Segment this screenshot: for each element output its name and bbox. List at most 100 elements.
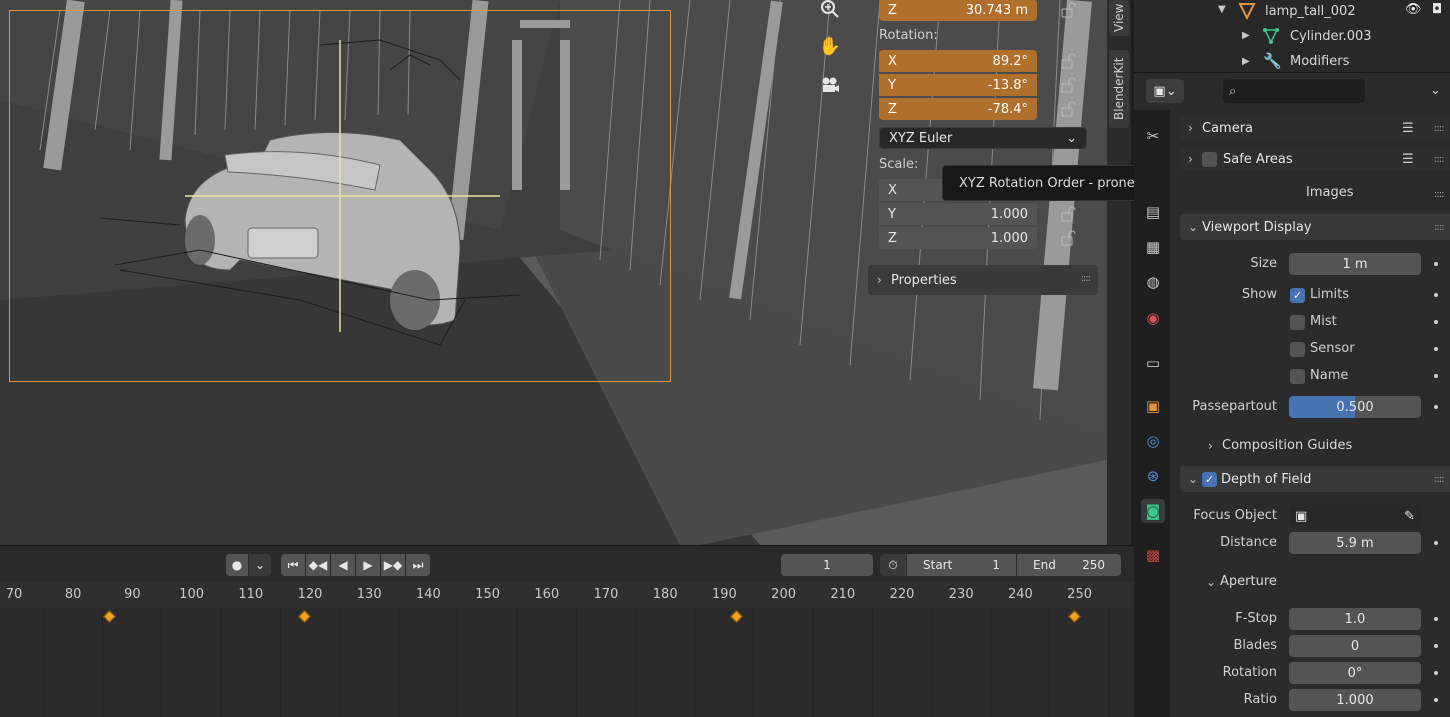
ratio-field[interactable]: 1.000 [1289,689,1421,711]
drag-grip-icon[interactable]: :::: [1081,273,1092,284]
outliner-item-name[interactable]: Modifiers [1290,54,1349,69]
current-frame-field[interactable]: 1 [781,554,873,576]
passepartout-slider[interactable]: 0.500 [1289,396,1421,418]
focus-object-field[interactable]: ▣ ✎ [1289,505,1421,527]
chevron-down-icon[interactable]: ⌄ [1430,83,1441,98]
panel-aperture[interactable]: ⌄ Aperture [1206,574,1277,589]
texture-icon[interactable]: ▩ [1141,543,1165,567]
expand-arrow-icon[interactable]: ▶ [1242,56,1250,67]
drag-grip-icon[interactable]: :::: [1434,154,1445,165]
keyframe-diamond[interactable] [1067,610,1081,623]
search-input[interactable]: ⌕ [1223,79,1365,103]
lock-icon[interactable] [1059,100,1077,118]
drag-grip-icon[interactable]: :::: [1434,123,1445,134]
panel-safe-areas[interactable]: › Safe Areas ☰ :::: [1180,148,1450,170]
panel-depth-of-field[interactable]: ⌄ ✓ Depth of Field :::: [1180,466,1450,492]
drag-grip-icon[interactable]: :::: [1434,222,1445,233]
keyframe-dot[interactable] [1434,617,1438,621]
3d-viewport[interactable]: ✋ Z 30.743 m Rotation: X 89.2° Y -13.8° … [0,0,1107,545]
limits-checkbox[interactable]: ✓ [1290,288,1305,303]
blades-field[interactable]: 0 [1289,635,1421,657]
lock-icon[interactable] [1059,52,1077,70]
lock-icon[interactable] [1059,76,1077,94]
editor-type-icon[interactable]: ▣⌄ [1146,79,1184,103]
physics-icon[interactable]: ◎ [1141,429,1165,453]
keyframe-diamond[interactable] [298,610,311,623]
fstop-field[interactable]: 1.0 [1289,608,1421,630]
checkbox[interactable] [1202,151,1217,167]
keyframe-dot[interactable] [1434,541,1438,545]
prev-keyframe-icon[interactable]: ◆◀ [306,554,330,576]
keyframe-dot[interactable] [1434,644,1438,648]
keyframe-dot[interactable] [1434,347,1438,351]
object-icon[interactable]: ▣ [1141,394,1165,418]
chevron-down-icon[interactable]: ⌄ [249,554,271,576]
keyframe-dot[interactable] [1434,671,1438,675]
constraints-icon[interactable]: ⊛ [1141,464,1165,488]
eye-icon[interactable]: 👁 [1405,2,1422,17]
mist-checkbox[interactable] [1290,315,1305,330]
pan-hand-icon[interactable]: ✋ [814,30,846,62]
lock-icon[interactable] [1059,1,1077,19]
scale-z-field[interactable]: Z 1.000 [879,227,1037,249]
keyframe-dot[interactable] [1434,405,1438,409]
drag-grip-icon[interactable]: :::: [1434,189,1445,200]
location-z-field[interactable]: Z 30.743 m [879,0,1037,21]
list-icon[interactable]: ☰ [1402,121,1414,136]
keyframe-dot[interactable] [1434,698,1438,702]
size-field[interactable]: 1 m [1289,253,1421,275]
keyframe-dot[interactable] [1434,293,1438,297]
keyframe-dot[interactable] [1434,374,1438,378]
timeline-track[interactable] [0,608,1134,717]
play-icon[interactable]: ▶ [356,554,380,576]
camera-data-icon[interactable]: ◙ [1141,499,1165,523]
keyframe-diamond[interactable] [730,610,744,623]
rotation-mode-dropdown[interactable]: XYZ Euler ⌄ [879,127,1087,149]
keyframe-dot[interactable] [1434,320,1438,324]
keyframe-dot[interactable] [1434,262,1438,266]
timeline-ruler[interactable]: 70 80 90 100 110 120 130 140 150 160 170 180 190 200 2… [0,582,1134,608]
panel-camera[interactable]: › Camera ☰ :::: [1180,115,1450,141]
view-layer-icon[interactable]: ◍ [1141,270,1165,294]
rotation-x-field[interactable]: X 89.2° [879,50,1037,72]
render-icon[interactable]: ▤ [1141,200,1165,224]
tab-blenderkit[interactable]: BlenderKit [1109,50,1129,128]
panel-composition-guides[interactable]: › Composition Guides [1208,438,1352,453]
drag-grip-icon[interactable]: :::: [1434,474,1445,485]
aperture-rotation-field[interactable]: 0° [1289,662,1421,684]
play-reverse-icon[interactable]: ◀ [331,554,355,576]
panel-background-images[interactable]: Images [1306,185,1354,200]
world-icon[interactable]: ◉ [1141,306,1165,330]
record-button[interactable]: ● [226,554,248,576]
start-frame-field[interactable]: Start 1 [907,554,1016,576]
distance-field[interactable]: 5.9 m [1289,532,1421,554]
rotation-y-field[interactable]: Y -13.8° [879,74,1037,96]
keyframe-diamond[interactable] [102,610,116,623]
expand-arrow-icon[interactable]: ▶ [1242,30,1250,41]
next-keyframe-icon[interactable]: ▶◆ [381,554,405,576]
camera-view-icon[interactable] [814,69,846,101]
jump-end-icon[interactable]: ⏭ [406,554,430,576]
eyedropper-icon[interactable]: ✎ [1404,509,1415,524]
lock-icon[interactable] [1059,205,1077,223]
output-icon[interactable]: ▦ [1141,235,1165,259]
list-icon[interactable]: ☰ [1402,152,1414,167]
outliner-item-name[interactable]: lamp_tall_002 [1265,4,1356,19]
outliner-item-name[interactable]: Cylinder.003 [1290,29,1372,44]
stopwatch-icon[interactable]: ⏱ [880,554,906,576]
name-checkbox[interactable] [1290,369,1305,384]
panel-viewport-display[interactable]: ⌄ Viewport Display :::: [1180,214,1450,240]
rotation-z-field[interactable]: Z -78.4° [879,98,1037,120]
scale-y-field[interactable]: Y 1.000 [879,203,1037,225]
jump-start-icon[interactable]: ⏮ [281,554,305,576]
tool-icon[interactable]: ✂ [1141,124,1165,148]
expand-arrow-icon[interactable]: ▼ [1218,4,1226,15]
properties-subpanel-header[interactable]: › Properties :::: [868,265,1098,295]
collection-icon[interactable]: ▭ [1141,351,1165,375]
sensor-checkbox[interactable] [1290,342,1305,357]
tab-view[interactable]: View [1109,0,1129,36]
lock-icon[interactable] [1059,229,1077,247]
depth-of-field-checkbox[interactable]: ✓ [1202,471,1217,487]
camera-render-icon[interactable]: ◘ [1432,2,1442,17]
end-frame-field[interactable]: End 250 [1017,554,1121,576]
